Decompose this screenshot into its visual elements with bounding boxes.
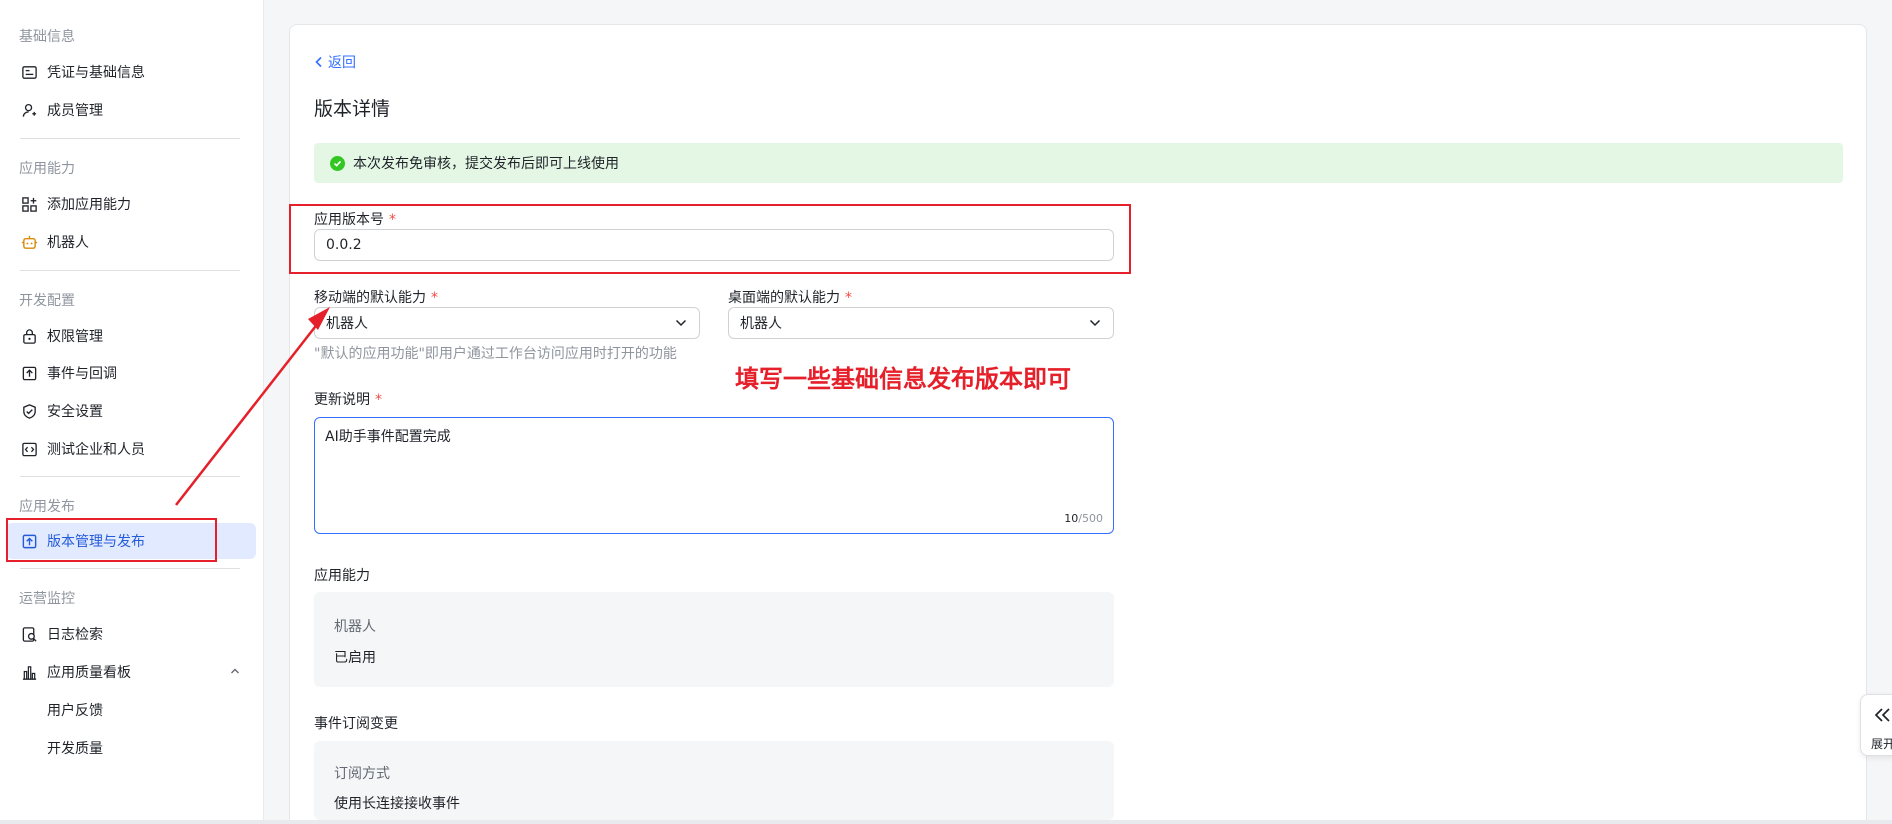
app-grid-icon (20, 195, 38, 213)
log-search-icon (20, 625, 38, 643)
sidebar-item-label: 添加应用能力 (47, 197, 131, 213)
divider (20, 138, 240, 139)
sidebar-item-add-capability[interactable]: 添加应用能力 (6, 186, 256, 222)
double-chevron-left-icon (1874, 708, 1890, 722)
back-link[interactable]: 返回 (314, 52, 356, 72)
shield-icon (20, 402, 38, 420)
section-title-capabilities: 应用能力 (19, 161, 75, 177)
chevron-down-icon (675, 319, 687, 327)
event-change-box: 订阅方式 使用长连接接收事件 (314, 741, 1114, 820)
sidebar-item-quality-board[interactable]: 应用质量看板 (6, 654, 256, 690)
mobile-default-label: 移动端的默认能力 * (314, 290, 438, 306)
subscription-method-label: 订阅方式 (334, 766, 390, 782)
char-counter: 10/500 (1064, 512, 1103, 525)
chevron-up-icon[interactable] (230, 666, 240, 676)
sidebar-item-label: 成员管理 (47, 103, 103, 119)
sidebar-item-label: 权限管理 (47, 329, 103, 345)
page-title: 版本详情 (314, 98, 391, 120)
sidebar-item-label: 日志检索 (47, 627, 103, 643)
sidebar-item-test-enterprise[interactable]: 测试企业和人员 (6, 431, 256, 467)
sidebar-item-user-feedback[interactable]: 用户反馈 (6, 692, 256, 728)
desktop-default-select[interactable]: 机器人 (728, 307, 1114, 339)
event-change-title: 事件订阅变更 (314, 716, 398, 732)
sidebar-item-robot[interactable]: 机器人 (6, 224, 256, 260)
capabilities-box: 机器人 已启用 (314, 592, 1114, 687)
divider (20, 568, 240, 569)
default-capability-hint: "默认的应用功能"即用户通过工作台访问应用时打开的功能 (314, 346, 677, 362)
capability-status: 已启用 (334, 650, 376, 666)
credential-icon (20, 63, 38, 81)
divider (20, 476, 240, 477)
section-title-dev-config: 开发配置 (19, 293, 75, 309)
sidebar: 基础信息 凭证与基础信息 成员管理 应用能力 添加应用能力 机器人 开发配置 权… (0, 0, 264, 824)
expand-label: 展开 (1871, 737, 1892, 751)
highlight-box-sidebar (6, 518, 217, 562)
chevron-left-icon (315, 56, 322, 68)
check-circle-icon (330, 155, 345, 171)
back-label: 返回 (328, 55, 356, 71)
sidebar-item-permissions[interactable]: 权限管理 (6, 318, 256, 354)
code-icon (20, 440, 38, 458)
update-notes-value: AI助手事件配置完成 (325, 429, 451, 445)
update-notes-textarea[interactable]: AI助手事件配置完成 10/500 (314, 417, 1114, 534)
sidebar-item-label: 机器人 (47, 235, 89, 251)
highlight-box-version (289, 204, 1131, 274)
sidebar-item-label: 安全设置 (47, 404, 103, 420)
sidebar-item-label: 测试企业和人员 (47, 442, 145, 458)
annotation-text: 填写一些基础信息发布版本即可 (735, 365, 1071, 393)
sidebar-item-events[interactable]: 事件与回调 (6, 355, 256, 391)
sidebar-item-credentials[interactable]: 凭证与基础信息 (6, 54, 256, 90)
event-icon (20, 364, 38, 382)
lock-icon (20, 327, 38, 345)
sidebar-item-label: 用户反馈 (47, 703, 103, 719)
notice-banner: 本次发布免审核，提交发布后即可上线使用 (314, 143, 1843, 183)
subscription-method-value: 使用长连接接收事件 (334, 796, 460, 812)
sidebar-item-label: 开发质量 (47, 741, 103, 757)
divider (20, 270, 240, 271)
notice-text: 本次发布免审核，提交发布后即可上线使用 (353, 156, 619, 172)
sidebar-item-label: 应用质量看板 (47, 665, 131, 681)
update-notes-label: 更新说明 * (314, 392, 382, 408)
expand-panel-button[interactable]: 展开 (1860, 694, 1892, 756)
sidebar-item-label: 事件与回调 (47, 366, 117, 382)
desktop-default-label: 桌面端的默认能力 * (728, 290, 852, 306)
bottom-border (0, 820, 1892, 824)
sidebar-item-dev-quality[interactable]: 开发质量 (6, 730, 256, 766)
section-title-basic: 基础信息 (19, 29, 75, 45)
capabilities-title: 应用能力 (314, 568, 370, 584)
section-title-release: 应用发布 (19, 499, 75, 515)
member-add-icon (20, 101, 38, 119)
sidebar-item-label: 凭证与基础信息 (47, 65, 145, 81)
chevron-down-icon (1089, 319, 1101, 327)
mobile-default-select[interactable]: 机器人 (314, 307, 700, 339)
sidebar-item-log-search[interactable]: 日志检索 (6, 616, 256, 652)
section-title-monitoring: 运营监控 (19, 591, 75, 607)
bar-chart-icon (20, 663, 38, 681)
sidebar-item-members[interactable]: 成员管理 (6, 92, 256, 128)
capability-name: 机器人 (334, 619, 376, 635)
robot-icon (20, 233, 38, 251)
sidebar-item-security[interactable]: 安全设置 (6, 393, 256, 429)
